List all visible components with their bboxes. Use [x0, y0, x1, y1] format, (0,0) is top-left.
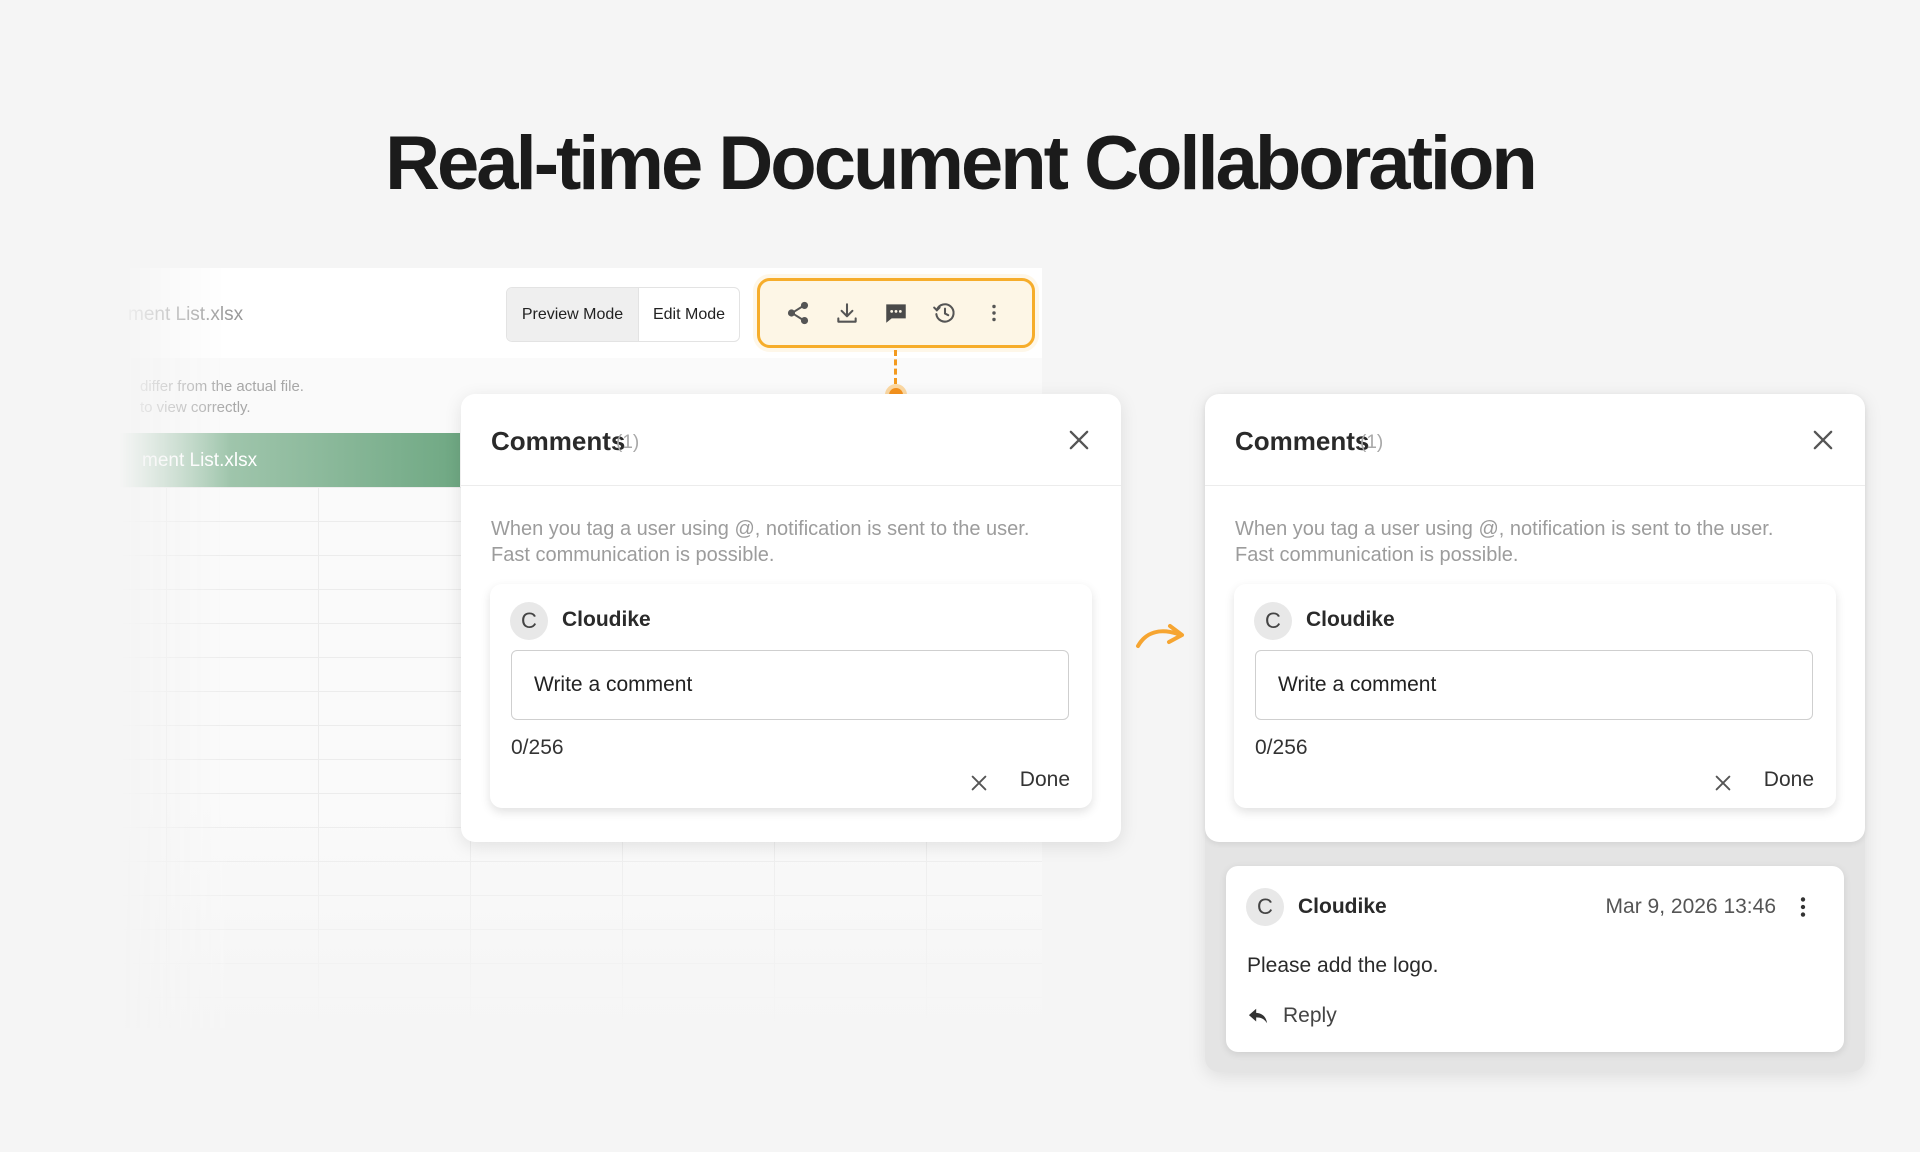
preview-notice-line-1: differ from the actual file. — [140, 378, 304, 395]
comment-input[interactable] — [511, 650, 1069, 720]
preview-notice-line-2: to view correctly. — [140, 399, 251, 416]
comments-panel-with-thread: Comments (1) When you tag a user using @… — [1205, 394, 1865, 1072]
close-icon[interactable] — [1065, 426, 1093, 454]
close-icon[interactable] — [1809, 426, 1837, 454]
new-comment-card: C Cloudike 0/256 Done — [490, 584, 1092, 808]
cancel-comment-icon[interactable] — [1712, 772, 1734, 794]
mode-toggle: Preview Mode Edit Mode — [506, 287, 740, 342]
sheet-name: ment List.xlsx — [142, 450, 258, 471]
reply-button[interactable]: Reply — [1247, 1004, 1337, 1028]
more-vertical-icon[interactable] — [976, 295, 1012, 331]
comments-hint-line-1: When you tag a user using @, notificatio… — [1235, 518, 1774, 540]
reply-icon — [1248, 1008, 1268, 1024]
preview-mode-button[interactable]: Preview Mode — [507, 288, 639, 341]
done-button[interactable]: Done — [1020, 768, 1070, 792]
comments-hint: When you tag a user using @, notificatio… — [1235, 516, 1835, 568]
preview-notice: differ from the actual file. to view cor… — [140, 376, 304, 418]
comment-author: Cloudike — [562, 608, 651, 631]
sheet-header-bar: ment List.xlsx — [120, 433, 460, 487]
comments-hint: When you tag a user using @, notificatio… — [491, 516, 1091, 568]
char-counter: 0/256 — [511, 736, 564, 759]
comments-panel: Comments (1) When you tag a user using @… — [1205, 394, 1865, 842]
reply-label: Reply — [1283, 1004, 1337, 1027]
comments-count: (1) — [1360, 432, 1384, 453]
share-icon[interactable] — [780, 295, 816, 331]
comments-panel: Comments (1) When you tag a user using @… — [461, 394, 1121, 842]
avatar: C — [1246, 888, 1284, 926]
comment-input[interactable] — [1255, 650, 1813, 720]
posted-comment-author: Cloudike — [1298, 895, 1387, 918]
cancel-comment-icon[interactable] — [968, 772, 990, 794]
history-icon[interactable] — [927, 295, 963, 331]
comments-count: (1) — [616, 432, 640, 453]
flow-arrow-icon — [1136, 624, 1184, 648]
callout-connector-line — [894, 350, 897, 384]
edit-mode-button[interactable]: Edit Mode — [639, 288, 739, 341]
more-vertical-icon[interactable] — [1792, 894, 1814, 920]
posted-comment: C Cloudike Mar 9, 2026 13:46 Please add … — [1226, 866, 1844, 1052]
avatar: C — [1254, 602, 1292, 640]
comments-hint-line-2: Fast communication is possible. — [491, 544, 775, 566]
posted-comment-text: Please add the logo. — [1247, 954, 1439, 977]
comments-hint-line-1: When you tag a user using @, notificatio… — [491, 518, 1030, 540]
comments-title: Comments — [491, 426, 626, 456]
comments-title: Comments — [1235, 426, 1370, 456]
comment-icon[interactable] — [878, 295, 914, 331]
comments-panel-header: Comments (1) — [461, 394, 1121, 486]
download-icon[interactable] — [829, 295, 865, 331]
page-headline: Real-time Document Collaboration — [385, 121, 1538, 206]
comments-hint-line-2: Fast communication is possible. — [1235, 544, 1519, 566]
new-comment-card: C Cloudike 0/256 Done — [1234, 584, 1836, 808]
comments-panel-header: Comments (1) — [1205, 394, 1865, 486]
avatar: C — [510, 602, 548, 640]
document-file-title: ment List.xlsx — [128, 304, 244, 325]
comment-author: Cloudike — [1306, 608, 1395, 631]
done-button[interactable]: Done — [1764, 768, 1814, 792]
document-toolbar — [757, 278, 1035, 348]
char-counter: 0/256 — [1255, 736, 1308, 759]
posted-comment-timestamp: Mar 9, 2026 13:46 — [1605, 895, 1776, 918]
